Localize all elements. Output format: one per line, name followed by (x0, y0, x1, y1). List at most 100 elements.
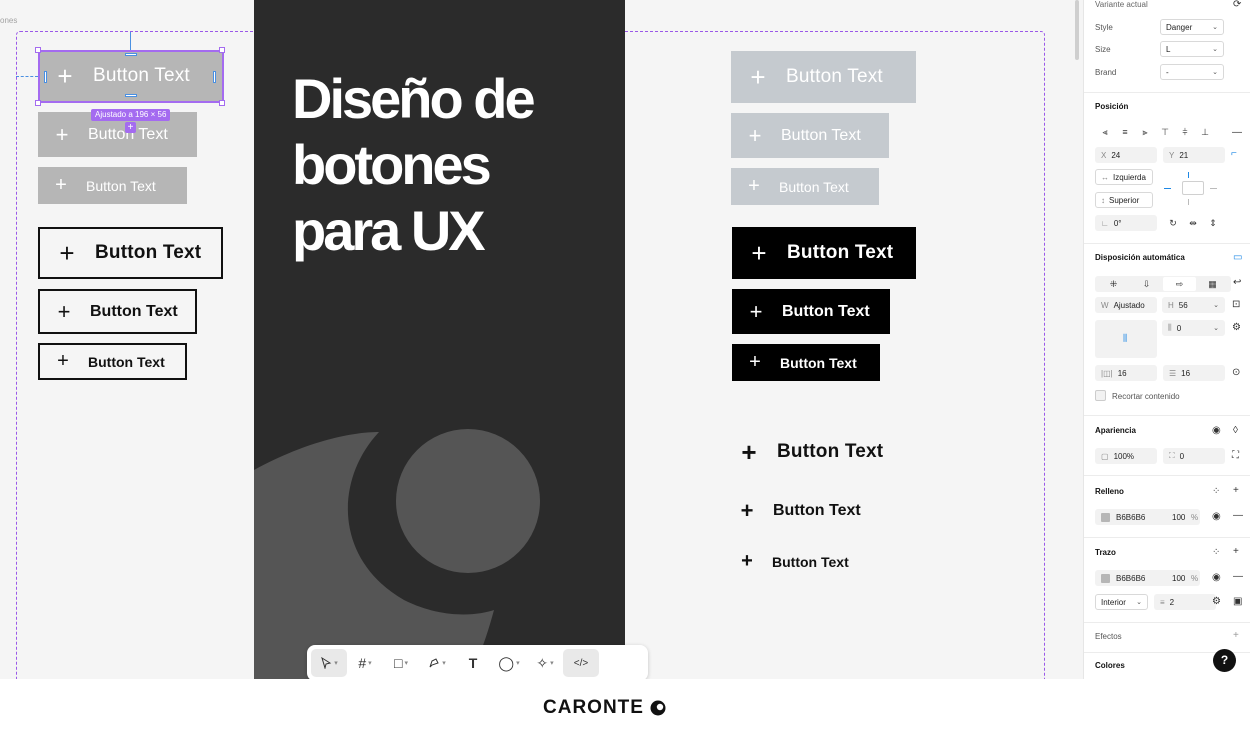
button-solid-small[interactable]: + Button Text (732, 344, 880, 381)
horizontal-padding-field[interactable]: |◫| 16 (1095, 365, 1157, 381)
style-select[interactable]: Danger ⌄ (1160, 19, 1224, 35)
rotation-icon: ∟ (1101, 218, 1109, 228)
button-outline-large[interactable]: + Button Text (38, 227, 223, 279)
fill-color-field[interactable]: B6B6B6 100 % (1095, 509, 1200, 525)
stroke-settings-icon[interactable]: ⚙ (1212, 596, 1221, 608)
drop-icon[interactable]: ◊ (1233, 425, 1238, 437)
stroke-width-field[interactable]: ≡ 2 (1154, 594, 1216, 610)
resize-handle-top-right[interactable] (219, 47, 225, 53)
y-field[interactable]: Y 21 (1163, 147, 1225, 163)
gap-field[interactable]: ⫼ 0 ⌄ (1162, 320, 1225, 336)
remove-stroke-icon[interactable]: — (1233, 571, 1243, 583)
button-ghost-small[interactable]: + Button Text (724, 543, 864, 580)
remove-fill-icon[interactable]: — (1233, 510, 1243, 522)
padding-marker-top[interactable] (125, 53, 137, 56)
button-outline-small[interactable]: + Button Text (38, 343, 187, 380)
add-effect-icon[interactable]: + (1233, 630, 1239, 642)
design-canvas[interactable]: ones + Button Text + Button Text + Butto… (0, 0, 1083, 679)
rotation-field[interactable]: ∟ 0° (1095, 215, 1157, 231)
reset-variant-icon[interactable]: ⟳ (1233, 0, 1241, 11)
comment-tool-button[interactable]: ◯ ▾ (491, 649, 527, 677)
resize-handle-top-left[interactable] (35, 47, 41, 53)
frame-tool-button[interactable]: # ▾ (347, 649, 383, 677)
help-button[interactable]: ? (1213, 649, 1236, 672)
direction-vertical-icon[interactable]: ⇩ (1130, 277, 1163, 291)
stroke-color-field[interactable]: B6B6B6 100 % (1095, 570, 1200, 586)
padding-marker-right[interactable] (213, 71, 216, 83)
advanced-layout-icon[interactable]: ⚙ (1232, 322, 1241, 334)
canvas-scrollbar[interactable] (1075, 0, 1079, 60)
fill-swatch[interactable] (1101, 512, 1110, 522)
plus-icon: + (748, 175, 760, 197)
align-top-icon[interactable]: ⊤ (1155, 125, 1175, 139)
stroke-position-value: Interior (1101, 597, 1126, 607)
independent-corners-icon[interactable]: ⛶ (1232, 450, 1239, 462)
vertical-constraint-select[interactable]: ↕ Superior (1095, 192, 1153, 208)
x-field[interactable]: X 24 (1095, 147, 1157, 163)
individual-padding-icon[interactable]: ⊙ (1232, 367, 1240, 379)
width-field[interactable]: W Ajustado (1095, 297, 1157, 313)
eye-icon[interactable]: ◉ (1212, 425, 1221, 437)
padding-marker-left[interactable] (44, 71, 47, 83)
styles-grid-icon[interactable]: ⁘ (1212, 547, 1220, 559)
styles-grid-icon[interactable]: ⁘ (1212, 486, 1220, 498)
constraints-toggle-icon[interactable]: ⌐ (1231, 148, 1237, 160)
constraint-widget[interactable] (1162, 167, 1226, 209)
direction-grid-icon[interactable]: ▦ (1196, 277, 1229, 291)
resize-to-fit-icon[interactable]: ⊡ (1232, 299, 1240, 311)
pen-tool-button[interactable]: ▾ (419, 649, 455, 677)
button-gray-small[interactable]: + Button Text (38, 167, 187, 204)
add-stroke-icon[interactable]: + (1233, 546, 1239, 558)
add-fill-icon[interactable]: + (1233, 485, 1239, 497)
frame-name-tag[interactable]: ones (0, 16, 17, 25)
shape-tool-button[interactable]: □ ▾ (383, 649, 419, 677)
clip-content-checkbox[interactable] (1095, 390, 1106, 401)
flip-vertical-icon[interactable]: ⇕ (1203, 216, 1223, 230)
opacity-field[interactable]: ▢ 100% (1095, 448, 1157, 464)
button-outline-medium[interactable]: + Button Text (38, 289, 197, 334)
align-left-icon[interactable]: ⫷ (1095, 125, 1115, 139)
direction-horizontal-icon[interactable]: ⇨ (1163, 277, 1196, 291)
horizontal-constraint-select[interactable]: ↔ Izquierda (1095, 169, 1153, 185)
align-right-icon[interactable]: ⫸ (1135, 125, 1155, 139)
button-solid-medium[interactable]: + Button Text (732, 289, 890, 334)
wrap-icon[interactable]: ↩ (1233, 277, 1241, 289)
transform-controls: ↻ ⇹ ⇕ (1163, 216, 1223, 230)
brand-select[interactable]: - ⌄ (1160, 64, 1224, 80)
autolayout-toggle-icon[interactable]: ▭ (1233, 252, 1242, 264)
frame-icon: # (358, 655, 367, 671)
flip-horizontal-icon[interactable]: ⇹ (1183, 216, 1203, 230)
resize-handle-bottom-left[interactable] (35, 100, 41, 106)
eye-icon[interactable]: ◉ (1212, 511, 1221, 523)
vertical-padding-field[interactable]: ☰ 16 (1163, 365, 1225, 381)
distribute-icon[interactable]: — (1232, 127, 1242, 139)
corner-radius-field[interactable]: ⛶ 0 (1163, 448, 1225, 464)
move-tool-button[interactable]: ▾ (311, 649, 347, 677)
divider (1084, 243, 1250, 244)
alignment-grid[interactable]: ⫼ (1095, 320, 1157, 358)
stroke-position-select[interactable]: Interior ⌄ (1095, 594, 1148, 610)
add-auto-layout-icon[interactable]: + (125, 122, 136, 133)
button-light-small[interactable]: + Button Text (731, 168, 879, 205)
dev-mode-toggle[interactable]: </> (563, 649, 599, 677)
button-solid-large[interactable]: + Button Text (732, 227, 916, 279)
resize-handle-bottom-right[interactable] (219, 100, 225, 106)
eye-icon[interactable]: ◉ (1212, 572, 1221, 584)
size-select[interactable]: L ⌄ (1160, 41, 1224, 57)
align-bottom-icon[interactable]: ⊥ (1195, 125, 1215, 139)
button-light-large[interactable]: + Button Text (731, 51, 916, 103)
direction-wrap-icon[interactable]: ⁜ (1097, 277, 1130, 291)
text-tool-button[interactable]: T (455, 649, 491, 677)
plus-icon: + (750, 61, 766, 92)
padding-marker-bottom[interactable] (125, 94, 137, 97)
button-ghost-medium[interactable]: + Button Text (723, 488, 873, 533)
button-ghost-large[interactable]: + Button Text (722, 426, 892, 478)
align-center-v-icon[interactable]: ⫩ (1175, 125, 1195, 139)
button-light-medium[interactable]: + Button Text (731, 113, 889, 158)
height-field[interactable]: H 56 ⌄ (1162, 297, 1225, 313)
stroke-swatch[interactable] (1101, 573, 1110, 583)
rotate-icon[interactable]: ↻ (1163, 216, 1183, 230)
stroke-sides-icon[interactable]: ▣ (1233, 596, 1242, 608)
actions-tool-button[interactable]: ✧ ▾ (527, 649, 563, 677)
align-center-h-icon[interactable]: ≡ (1115, 125, 1135, 139)
